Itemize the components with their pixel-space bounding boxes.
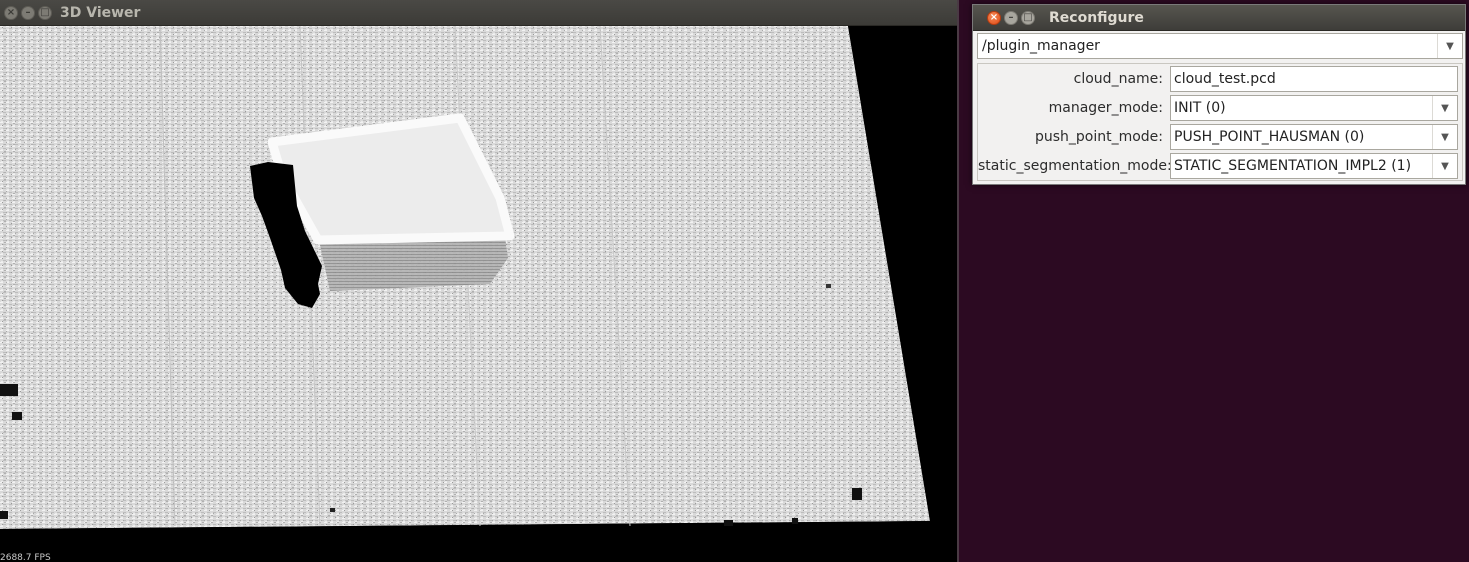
speck [0,511,8,519]
speck [0,384,18,396]
manager-mode-value: INIT (0) [1174,100,1226,116]
window-border [957,0,959,562]
param-row-static-segmentation-mode: static_segmentation_mode: STATIC_SEGMENT… [978,153,1462,179]
push-point-mode-select[interactable]: PUSH_POINT_HAUSMAN (0) ▼ [1170,124,1458,150]
fps-counter: 2688.7 FPS [0,553,51,562]
push-point-mode-value: PUSH_POINT_HAUSMAN (0) [1174,129,1365,145]
static-segmentation-mode-value: STATIC_SEGMENTATION_IMPL2 (1) [1174,158,1412,174]
reconfigure-window: × – □ Reconfigure /plugin_manager ▼ clou… [972,4,1466,185]
viewer-titlebar[interactable]: × – □ 3D Viewer [0,0,957,26]
viewer-title: 3D Viewer [60,4,141,21]
param-label: manager_mode: [1048,100,1163,116]
chevron-down-icon[interactable]: ▼ [1432,154,1457,178]
param-row-manager-mode: manager_mode: INIT (0) ▼ [978,95,1462,121]
param-label: cloud_name: [1073,71,1163,87]
speck [330,508,335,512]
reconfigure-titlebar[interactable]: × – □ Reconfigure [973,5,1465,31]
cloud-name-field[interactable] [1170,66,1458,92]
close-icon[interactable]: × [987,10,1001,25]
point-cloud-canvas[interactable] [0,25,957,562]
minimize-icon[interactable]: – [21,5,35,20]
chevron-down-icon[interactable]: ▼ [1432,96,1457,120]
viewer-window: × – □ 3D Viewer 2688.7 FPS [0,0,957,562]
reconfigure-window-buttons: × – □ [987,10,1035,25]
chevron-down-icon[interactable]: ▼ [1437,34,1462,58]
close-icon[interactable]: × [4,5,18,20]
param-label: static_segmentation_mode: [978,158,1172,174]
viewer-window-buttons: × – □ [4,5,52,20]
maximize-icon[interactable]: □ [38,5,52,20]
chevron-down-icon[interactable]: ▼ [1432,125,1457,149]
minimize-icon[interactable]: – [1004,10,1018,25]
speck [852,488,862,500]
reconfigure-title: Reconfigure [1049,9,1144,26]
parameter-panel: cloud_name: manager_mode: INIT (0) ▼ pus… [977,63,1463,181]
cloud-name-input[interactable] [1171,67,1457,91]
node-select-value: /plugin_manager [982,38,1100,54]
node-select[interactable]: /plugin_manager ▼ [977,33,1463,59]
speck [12,412,22,420]
param-row-cloud-name: cloud_name: [978,66,1462,92]
speck [792,518,798,524]
point-cloud-render [0,25,957,562]
param-label: push_point_mode: [1034,129,1163,145]
param-row-push-point-mode: push_point_mode: PUSH_POINT_HAUSMAN (0) … [978,124,1462,150]
speck [724,520,733,526]
static-segmentation-mode-select[interactable]: STATIC_SEGMENTATION_IMPL2 (1) ▼ [1170,153,1458,179]
maximize-icon[interactable]: □ [1021,10,1035,25]
manager-mode-select[interactable]: INIT (0) ▼ [1170,95,1458,121]
speck [826,284,831,288]
